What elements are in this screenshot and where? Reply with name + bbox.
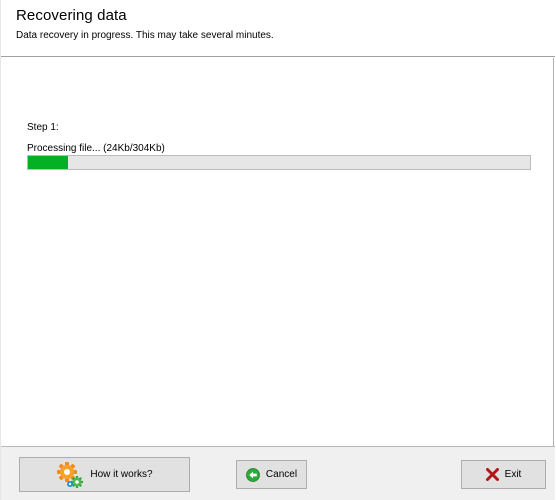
how-it-works-label: How it works? bbox=[90, 469, 153, 480]
back-arrow-icon bbox=[246, 467, 260, 482]
wizard-header: Recovering data Data recovery in progres… bbox=[1, 0, 555, 56]
wizard-window: Recovering data Data recovery in progres… bbox=[0, 0, 555, 500]
gears-icon bbox=[56, 461, 84, 489]
how-it-works-button[interactable]: How it works? bbox=[19, 457, 190, 492]
red-x-icon bbox=[485, 468, 499, 481]
cancel-button[interactable]: Cancel bbox=[236, 460, 307, 489]
processing-status-label: Processing file... (24Kb/304Kb) bbox=[27, 143, 165, 154]
page-title: Recovering data bbox=[16, 7, 127, 24]
progress-bar-fill bbox=[28, 156, 68, 169]
header-divider bbox=[1, 56, 555, 58]
progress-bar bbox=[27, 155, 531, 170]
step-label: Step 1: bbox=[27, 122, 59, 133]
cancel-label: Cancel bbox=[265, 469, 298, 480]
exit-button[interactable]: Exit bbox=[461, 460, 546, 489]
wizard-footer: How it works? Cancel Exit bbox=[1, 446, 555, 500]
exit-label: Exit bbox=[504, 469, 522, 480]
page-subtitle: Data recovery in progress. This may take… bbox=[16, 30, 274, 41]
